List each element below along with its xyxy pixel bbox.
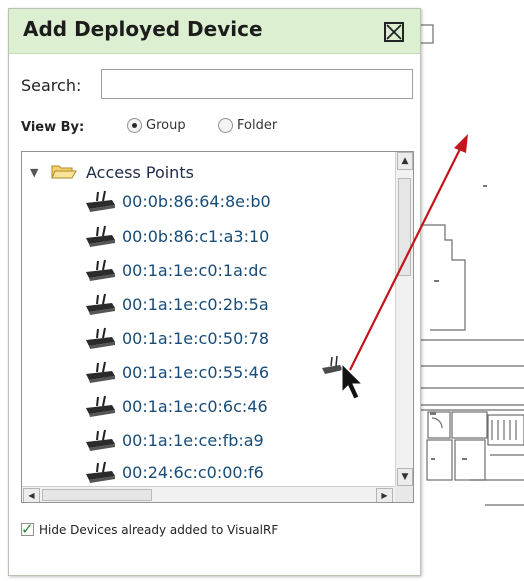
- device-tree[interactable]: ▼ Access Points 00:0b:86:64:8e:b0 00:0b:…: [21, 151, 414, 503]
- device-mac: 00:1a:1e:c0:6c:46: [122, 397, 268, 416]
- dialog-titlebar[interactable]: Add Deployed Device: [9, 9, 420, 54]
- access-point-icon: [84, 428, 118, 456]
- device-mac: 00:0b:86:c1:a3:10: [122, 227, 270, 246]
- device-mac: 00:24:6c:c0:00:f6: [122, 463, 264, 482]
- view-by-label: View By:: [21, 120, 85, 135]
- expand-arrow-icon[interactable]: ▼: [30, 166, 38, 179]
- access-point-icon: [84, 360, 118, 388]
- scroll-left-icon[interactable]: ◀: [23, 488, 40, 502]
- access-point-icon: [84, 326, 118, 354]
- vertical-scroll-thumb[interactable]: [398, 178, 411, 276]
- scroll-right-icon[interactable]: ▶: [376, 488, 393, 502]
- add-deployed-device-dialog: Add Deployed Device Search: View By: Gro…: [8, 8, 421, 576]
- group-radio-label[interactable]: Group: [146, 118, 186, 133]
- checkmark-icon: ✓: [21, 520, 34, 538]
- access-point-icon: [84, 189, 118, 217]
- scroll-down-icon[interactable]: ▼: [397, 468, 413, 486]
- scrollbar-corner: [395, 486, 413, 502]
- search-label: Search:: [21, 76, 82, 95]
- horizontal-scroll-thumb[interactable]: [42, 489, 152, 501]
- device-mac: 00:1a:1e:c0:2b:5a: [122, 295, 269, 314]
- device-mac: 00:0b:86:64:8e:b0: [122, 192, 271, 211]
- dialog-title: Add Deployed Device: [23, 17, 263, 41]
- access-point-icon: [84, 394, 118, 422]
- horizontal-scrollbar[interactable]: ◀ ▶: [22, 486, 395, 502]
- tree-root-label: Access Points: [86, 163, 194, 182]
- access-point-icon: [84, 224, 118, 252]
- folder-open-icon: [50, 161, 78, 187]
- hide-devices-checkbox[interactable]: ✓: [21, 520, 34, 538]
- access-point-icon: [84, 460, 118, 488]
- device-mac: 00:1a:1e:c0:50:78: [122, 329, 270, 348]
- scroll-up-icon[interactable]: ▲: [397, 152, 413, 170]
- search-input[interactable]: [101, 69, 413, 99]
- access-point-icon: [84, 292, 118, 320]
- device-mac: 00:1a:1e:ce:fb:a9: [122, 431, 264, 450]
- access-point-icon: [84, 258, 118, 286]
- hide-devices-label[interactable]: Hide Devices already added to VisualRF: [39, 523, 278, 537]
- device-mac: 00:1a:1e:c0:1a:dc: [122, 261, 268, 280]
- vertical-scrollbar[interactable]: ▲ ▼: [395, 152, 413, 486]
- device-mac: 00:1a:1e:c0:55:46: [122, 363, 270, 382]
- folder-radio[interactable]: [218, 118, 233, 133]
- group-radio[interactable]: [127, 118, 142, 133]
- close-icon[interactable]: [384, 22, 404, 42]
- folder-radio-label[interactable]: Folder: [237, 118, 277, 133]
